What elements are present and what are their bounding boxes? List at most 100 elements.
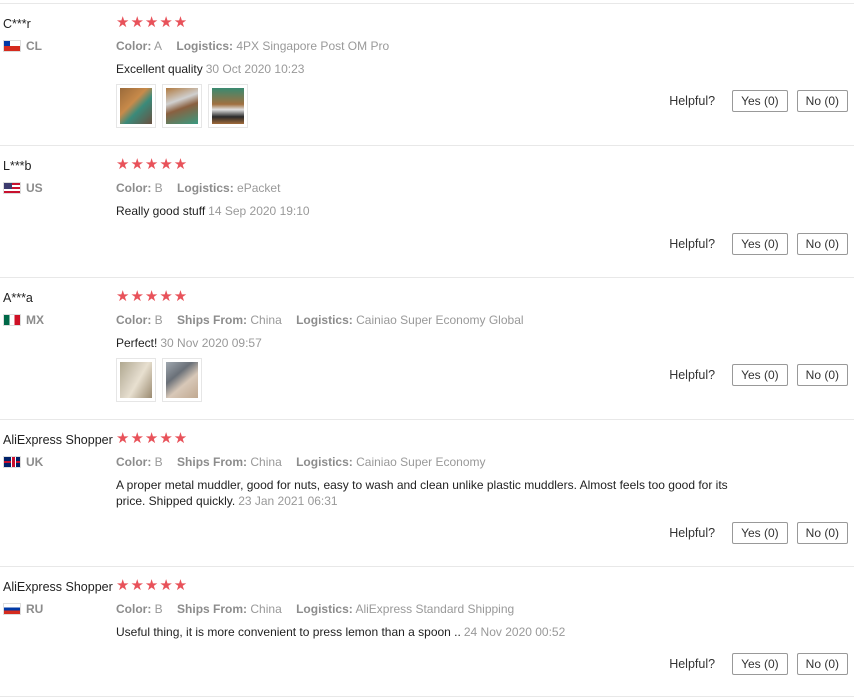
review-photos [116,84,254,128]
meta-label: Logistics: [296,455,353,469]
review-meta: Color: A Logistics: 4PX Singapore Post O… [116,39,400,53]
review-photo-thumbnail[interactable] [162,84,202,128]
helpful-label: Helpful? [669,94,716,108]
country-code: UK [26,455,44,469]
review-meta: Color: B Ships From: China Logistics: Al… [116,602,525,616]
helpful-section: Helpful? Yes (0) No (0) [669,364,848,386]
flag-mx-icon [3,314,21,326]
review-body: Really good stuff [116,204,206,218]
review-body: A proper metal muddler, good for nuts, e… [116,478,728,508]
star-rating: ★★★★★ [116,156,189,173]
review-body: Useful thing, it is more convenient to p… [116,625,461,639]
review-meta: Color: B Ships From: China Logistics: Ca… [116,313,535,327]
meta-label: Color: [116,602,152,616]
reviewer-name: A***a [3,291,33,305]
review-body: Excellent quality [116,62,203,76]
meta-value: China [250,313,282,327]
meta-label: Logistics: [177,181,234,195]
star-rating: ★★★★★ [116,288,189,305]
helpful-section: Helpful? Yes (0) No (0) [669,522,848,544]
meta-label: Color: [116,39,152,53]
review-text: Perfect! 30 Nov 2020 09:57 [116,335,756,351]
review-meta: Color: B Ships From: China Logistics: Ca… [116,455,497,469]
meta-value: A [154,39,163,53]
country-code: US [26,181,43,195]
review-item: AliExpress Shopper RU ★★★★★ Color: B Shi… [0,567,854,697]
helpful-no-button[interactable]: No (0) [796,90,848,112]
review-photo-thumbnail[interactable] [208,84,248,128]
review-text: Excellent quality 30 Oct 2020 10:23 [116,61,756,77]
meta-value: B [154,602,163,616]
star-rating: ★★★★★ [116,577,189,594]
review-date: 24 Nov 2020 00:52 [463,625,566,639]
review-date: 23 Jan 2021 06:31 [238,494,338,508]
reviewer-country: MX [3,313,44,327]
helpful-no-button[interactable]: No (0) [796,364,848,386]
flag-uk-icon [3,456,21,468]
helpful-yes-button[interactable]: Yes (0) [732,90,788,112]
country-code: CL [26,39,42,53]
flag-cl-icon [3,40,21,52]
review-item: A***a MX ★★★★★ Color: B Ships From: Chin… [0,278,854,420]
star-rating: ★★★★★ [116,430,189,447]
review-date: 30 Nov 2020 09:57 [160,336,262,350]
review-text: Useful thing, it is more convenient to p… [116,624,756,640]
meta-value: Cainiao Super Economy Global [356,313,524,327]
helpful-label: Helpful? [669,368,716,382]
meta-value: Cainiao Super Economy [356,455,486,469]
meta-value: 4PX Singapore Post OM Pro [236,39,390,53]
review-meta: Color: B Logistics: ePacket [116,181,291,195]
review-body: Perfect! [116,336,158,350]
reviewer-country: CL [3,39,42,53]
helpful-no-button[interactable]: No (0) [796,653,848,675]
helpful-yes-button[interactable]: Yes (0) [732,522,788,544]
meta-value: B [154,181,163,195]
meta-label: Ships From: [177,602,248,616]
reviewer-name: C***r [3,17,31,31]
review-photo-thumbnail[interactable] [116,358,156,402]
reviewer-country: UK [3,455,43,469]
helpful-no-button[interactable]: No (0) [796,233,848,255]
helpful-section: Helpful? Yes (0) No (0) [669,90,848,112]
reviewer-country: RU [3,602,43,616]
star-rating: ★★★★★ [116,14,189,31]
helpful-yes-button[interactable]: Yes (0) [732,364,788,386]
country-code: RU [26,602,44,616]
meta-label: Logistics: [296,602,353,616]
meta-value: China [250,455,282,469]
helpful-yes-button[interactable]: Yes (0) [732,233,788,255]
review-item: AliExpress Shopper UK ★★★★★ Color: B Shi… [0,420,854,567]
meta-value: China [250,602,282,616]
reviewer-name: AliExpress Shopper [3,580,113,594]
helpful-no-button[interactable]: No (0) [796,522,848,544]
review-photo-thumbnail[interactable] [116,84,156,128]
flag-ru-icon [3,603,21,615]
helpful-yes-button[interactable]: Yes (0) [732,653,788,675]
meta-label: Logistics: [176,39,234,53]
helpful-label: Helpful? [669,237,716,251]
review-photo-thumbnail[interactable] [162,358,202,402]
review-text: A proper metal muddler, good for nuts, e… [116,477,756,509]
meta-label: Color: [116,455,152,469]
meta-label: Color: [116,313,152,327]
review-photos [116,358,208,402]
meta-label: Logistics: [296,313,353,327]
review-text: Really good stuff 14 Sep 2020 19:10 [116,203,756,219]
meta-value: AliExpress Standard Shipping [355,602,515,616]
meta-label: Ships From: [177,313,248,327]
meta-value: ePacket [237,181,281,195]
meta-value: B [154,455,163,469]
reviewer-name: L***b [3,159,32,173]
meta-label: Ships From: [177,455,248,469]
meta-value: B [154,313,163,327]
meta-label: Color: [116,181,152,195]
helpful-label: Helpful? [669,657,716,671]
review-date: 30 Oct 2020 10:23 [205,62,305,76]
flag-us-icon [3,182,21,194]
review-date: 14 Sep 2020 19:10 [208,204,310,218]
reviewer-country: US [3,181,43,195]
review-item: L***b US ★★★★★ Color: B Logistics: ePack… [0,146,854,278]
review-item: C***r CL ★★★★★ Color: A Logistics: 4PX S… [0,4,854,146]
country-code: MX [26,313,44,327]
helpful-section: Helpful? Yes (0) No (0) [669,233,848,255]
